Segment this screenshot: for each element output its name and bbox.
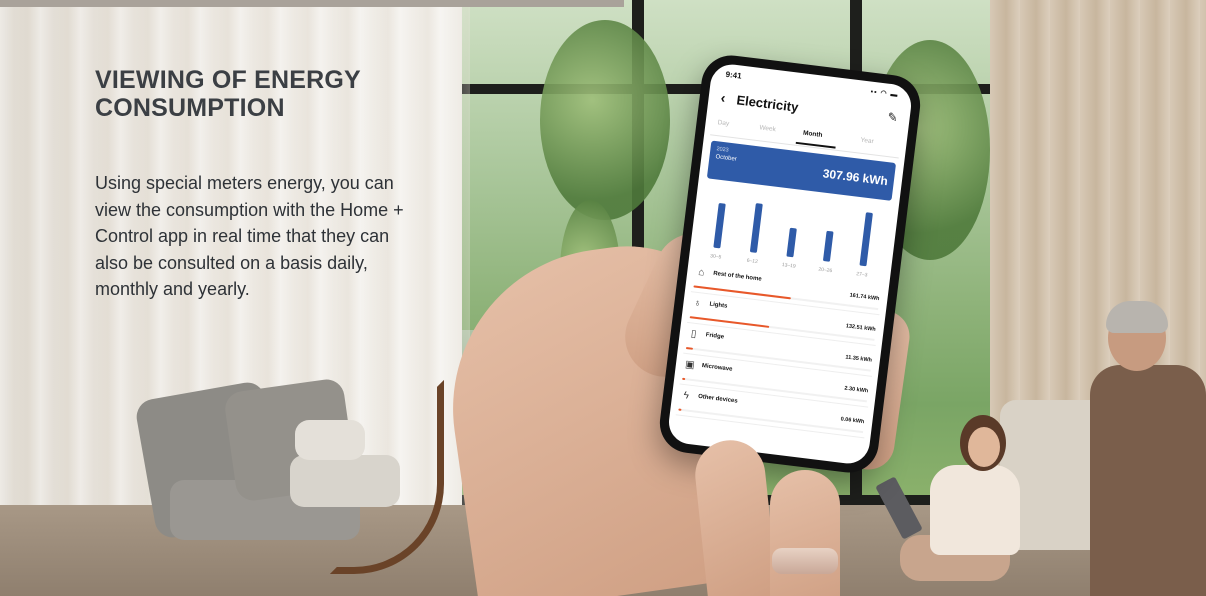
app-title: Electricity: [735, 92, 800, 115]
device-name: Fridge: [705, 332, 725, 341]
top-divider: [0, 0, 624, 7]
summary-total: 307.96 kWh: [822, 166, 889, 189]
chart-bar[interactable]: [713, 203, 726, 249]
back-icon[interactable]: ‹: [720, 89, 727, 105]
tab-year[interactable]: Year: [860, 137, 874, 146]
chart-bar[interactable]: [859, 212, 873, 267]
device-list: ⌂ Rest of the home 161.74 kWh ♁ Lights 132.51…: [675, 261, 884, 439]
device-usage-bar: [685, 346, 693, 350]
chart-bar[interactable]: [786, 227, 797, 258]
description-text: Using special meters energy, you can vie…: [95, 173, 404, 299]
girl-with-tablet: [890, 415, 1020, 585]
tree: [540, 20, 670, 220]
device-bar-track: [678, 408, 864, 434]
signal-wifi-battery-icon: ▪▪ ◠ ▬: [870, 88, 899, 99]
chart-tick-label: 13–19: [781, 262, 796, 270]
page-title: VIEWING OF ENERGY CONSUMPTION: [95, 66, 361, 122]
microwave-icon: ▣: [684, 359, 696, 372]
home-icon: ⌂: [697, 266, 705, 279]
man-with-phone: [1090, 301, 1206, 596]
summary-year: 2023: [716, 146, 729, 154]
ring: [772, 548, 838, 574]
device-value: 161.74 kWh: [849, 292, 880, 303]
active-tab-indicator: [795, 141, 836, 149]
device-name: Other devices: [697, 393, 738, 405]
device-name: Lights: [709, 301, 728, 310]
chart-tick-label: 6–12: [746, 258, 758, 265]
device-value: 132.51 kWh: [845, 323, 876, 333]
plug-icon: ϟ: [682, 390, 690, 402]
chart-bar[interactable]: [823, 230, 834, 262]
chart-tick-label: 20–26: [818, 267, 833, 275]
device-name: Microwave: [701, 363, 733, 373]
finger: [770, 470, 840, 596]
tab-day[interactable]: Day: [717, 119, 729, 127]
status-time: 9:41: [725, 69, 743, 81]
device-name: Rest of the home: [712, 270, 762, 283]
chart-bar[interactable]: [750, 203, 763, 253]
device-usage-bar: [678, 408, 682, 411]
device-value: 2.30 kWh: [844, 385, 869, 395]
tab-week[interactable]: Week: [759, 124, 776, 133]
device-value: 11.35 kWh: [845, 354, 873, 364]
fridge-icon: ▯: [690, 328, 698, 341]
device-usage-bar: [682, 377, 686, 381]
chart-tick-label: 30–5: [710, 253, 722, 260]
edit-icon[interactable]: ✎: [887, 110, 899, 125]
hero-banner: VIEWING OF ENERGY CONSUMPTION Using spec…: [0, 0, 1206, 596]
device-value: 0.06 kWh: [840, 416, 865, 426]
summary-month: October: [715, 154, 738, 163]
chart-tick-label: 27–3: [856, 271, 868, 278]
tab-month[interactable]: Month: [803, 130, 823, 139]
bulb-icon: ♁: [693, 297, 702, 310]
